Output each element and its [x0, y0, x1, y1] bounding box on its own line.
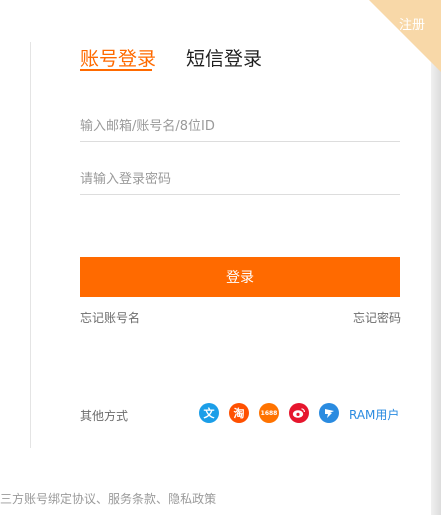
terms-link[interactable]: 服务条款 [108, 492, 156, 506]
register-corner[interactable]: 注册 [345, 0, 441, 85]
taobao-glyph: 淘 [233, 407, 245, 420]
alipay-glyph: 文 [203, 407, 215, 420]
1688-icon[interactable]: 1688 [259, 403, 279, 423]
alipay-icon[interactable]: 文 [199, 403, 219, 423]
footer-separator: 、 [156, 492, 169, 506]
left-divider [30, 42, 31, 448]
footer-agreements: 三方账号绑定协议、服务条款、隐私政策 [0, 490, 216, 507]
dingtalk-icon[interactable] [319, 403, 339, 423]
weibo-eye-icon [292, 408, 306, 418]
dingtalk-wing-icon [325, 409, 334, 418]
1688-glyph: 1688 [260, 409, 278, 417]
corner-triangle [369, 0, 441, 72]
forgot-password-link[interactable]: 忘记密码 [353, 309, 401, 326]
active-tab-underline [80, 69, 152, 71]
tab-sms-login[interactable]: 短信登录 [186, 44, 262, 71]
password-input[interactable] [80, 164, 400, 195]
login-button[interactable]: 登录 [80, 257, 400, 297]
tab-account-login[interactable]: 账号登录 [80, 44, 156, 71]
account-input[interactable] [80, 111, 400, 142]
forgot-account-link[interactable]: 忘记账号名 [80, 309, 140, 326]
other-methods-label: 其他方式 [80, 409, 129, 423]
register-link[interactable]: 注册 [399, 14, 425, 33]
weibo-icon[interactable] [289, 403, 309, 423]
footer-separator: 、 [96, 492, 109, 506]
third-party-binding-link[interactable]: 三方账号绑定协议 [0, 492, 96, 506]
ram-user-link[interactable]: RAM用户 [349, 406, 399, 423]
privacy-link[interactable]: 隐私政策 [168, 492, 216, 506]
taobao-icon[interactable]: 淘 [229, 403, 249, 423]
